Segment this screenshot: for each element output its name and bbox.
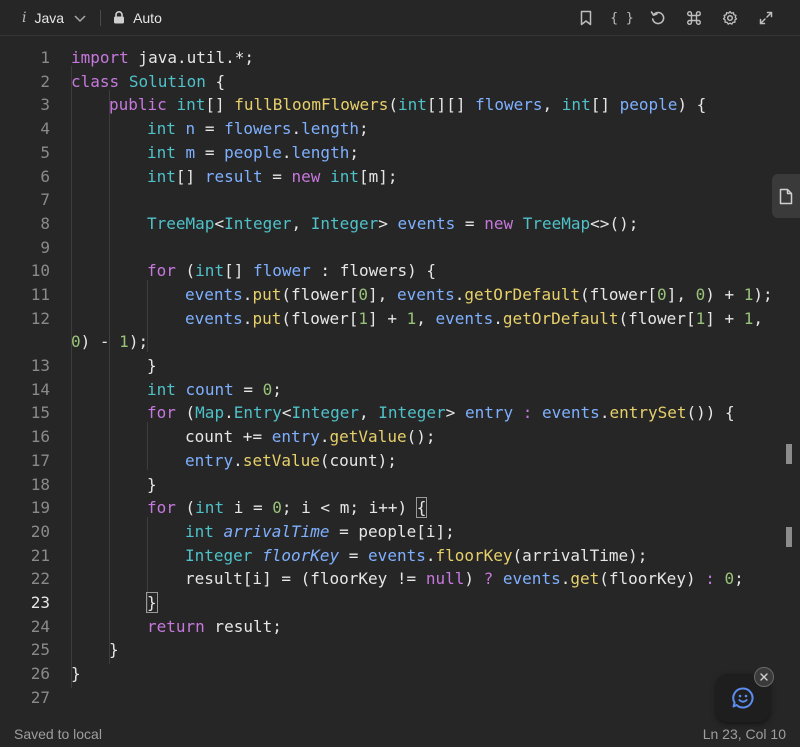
code-line-14: int count = 0; [147,379,282,399]
lock-icon [114,11,125,24]
line-number: 12 [30,308,50,328]
language-selector[interactable]: i Java [22,10,86,26]
code-line-24: return result; [147,616,282,636]
expand-icon[interactable] [748,0,784,36]
line-number: 8 [40,213,50,233]
matched-bracket: } [146,592,158,613]
auto-mode-toggle[interactable]: Auto [113,10,162,26]
code-line-13: } [147,356,157,375]
line-number: 19 [30,498,50,518]
line-number: 1 [40,48,50,67]
chat-smile-icon [732,687,754,709]
close-icon [760,673,768,681]
line-number: 15 [30,403,50,423]
line-number: 20 [30,521,50,541]
matched-bracket: { [415,497,428,519]
line-number: 13 [30,356,50,375]
line-number: 14 [30,379,50,399]
line-number: 2 [40,71,50,91]
line-number: 22 [30,569,50,589]
code-line-17: entry.setValue(count); [185,450,397,470]
code-line-4: int n = flowers.length; [147,119,369,139]
code-line-5: int m = people.length; [147,142,359,162]
document-icon [779,188,793,204]
braces-glyph: { } [610,10,634,26]
editor-toolbar: i Java Auto { } [0,0,800,36]
language-label: Java [34,9,65,26]
toolbar-divider [100,9,102,26]
line-number: 4 [40,119,50,139]
line-number: 27 [30,687,50,707]
side-panel-tab[interactable] [772,174,800,218]
line-number: 9 [40,237,50,257]
gear-icon[interactable] [712,0,748,36]
line-number: 3 [40,95,50,115]
code-line-15: for (Map.Entry<Integer, Integer> entry :… [147,403,735,423]
scrollbar-marker[interactable] [786,444,792,464]
command-icon[interactable] [676,0,712,36]
code-line-8: TreeMap<Integer, Integer> events = new T… [147,213,639,233]
code-line-1: import java.util.*; [71,48,255,67]
code-line-23: } [146,591,158,615]
line-number: 21 [30,545,50,565]
code-line-6: int[] result = new int[m]; [147,166,398,186]
line-number: 10 [30,261,50,281]
line-number-active: 23 [30,593,50,612]
braces-icon[interactable]: { } [604,0,640,36]
code-line-25: } [109,640,119,660]
chevron-down-icon [74,10,86,26]
indent-guide [71,66,72,688]
save-status: Saved to local [14,726,102,742]
line-number: 7 [40,190,50,210]
scrollbar-marker[interactable] [786,527,792,547]
code-line-12: events.put(flower[1] + 1, events.getOrDe… [185,308,764,328]
code-line-2: class Solution { [71,71,226,91]
line-number: 18 [30,474,50,494]
code-editor[interactable]: 1 2 3 4 5 6 7 8 9 10 11 12 13 14 15 16 1… [0,42,800,710]
toolbar-actions: { } [568,0,784,36]
code-line-3: public int[] fullBloomFlowers(int[][] fl… [109,95,707,115]
code-line-21: Integer floorKey = events.floorKey(arriv… [185,545,648,565]
line-number: 25 [30,640,50,660]
bookmark-icon[interactable] [568,0,604,36]
line-number: 24 [30,616,50,636]
code-line-10: for (int[] flower : flowers) { [147,261,437,281]
code-line-16: count += entry.getValue(); [185,427,436,447]
line-number: 11 [30,285,50,304]
cursor-position: Ln 23, Col 10 [702,726,786,742]
status-bar: Saved to local Ln 23, Col 10 [0,721,800,747]
line-number: 17 [30,450,50,470]
line-number: 5 [40,142,50,162]
code-line-12-wrap: 0) - 1); [71,332,149,352]
code-line-20: int arrivalTime = people[i]; [185,521,455,541]
mode-label: Auto [133,9,162,26]
close-assistant-button[interactable] [754,667,774,687]
indent-guide [147,422,148,470]
reset-icon[interactable] [640,0,676,36]
code-line-26: } [71,664,81,684]
code-line-18: } [147,474,157,494]
info-icon: i [22,9,27,26]
code-line-22: result[i] = (floorKey != null) ? events.… [185,569,744,589]
code-line-19: for (int i = 0; i < m; i++) { [147,497,428,519]
indent-guide [109,90,110,664]
code-line-11: events.put(flower[0], events.getOrDefaul… [185,285,773,304]
line-number: 6 [40,166,50,186]
line-number: 26 [30,664,50,684]
line-number: 16 [30,427,50,447]
